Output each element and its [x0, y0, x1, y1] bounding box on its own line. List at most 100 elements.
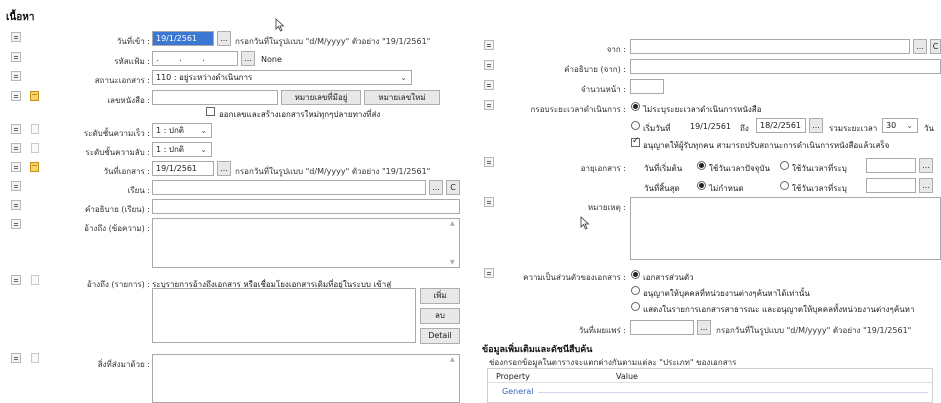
timeframe-allow-checkbox[interactable]	[631, 136, 640, 147]
retention-specify2-radio[interactable]	[780, 181, 789, 190]
publish-date-hint: กรอกวันที่ในรูปแบบ "d/M/yyyy" ตัวอย่าง "…	[716, 326, 912, 335]
scrollbar[interactable]: ▲	[449, 355, 459, 402]
file-code-input[interactable]: . . .	[152, 51, 238, 66]
to-clear-button[interactable]: C	[446, 180, 460, 195]
pages-input[interactable]	[630, 79, 664, 94]
create-per-destination-label: ออกเลขและสร้างเอกสารใหม่ทุกๆปลายทางที่ส่…	[219, 110, 381, 119]
timeframe-end-picker-button[interactable]: ...	[809, 118, 823, 133]
folder-icon[interactable]	[30, 162, 39, 172]
page-icon	[31, 353, 39, 363]
retention-current-label: ใช้วันเวลาปัจจุบัน	[709, 164, 770, 173]
property-grid[interactable]: Property Value General	[487, 368, 933, 403]
to-input[interactable]	[152, 180, 426, 195]
retention-start-label: วันที่เริ่มต้น	[644, 164, 683, 173]
timeframe-none-radio[interactable]	[631, 102, 640, 111]
timeframe-to-text: ถึง	[740, 124, 749, 133]
publish-date-picker-button[interactable]: ...	[697, 320, 711, 335]
menu-icon[interactable]	[484, 100, 494, 110]
menu-icon[interactable]	[11, 275, 21, 285]
to-desc-input[interactable]	[152, 199, 460, 214]
menu-icon[interactable]	[484, 80, 494, 90]
retention-start-input[interactable]	[866, 158, 916, 173]
mouse-cursor-icon	[275, 18, 285, 32]
timeframe-days-select[interactable]: 30 ⌄	[882, 118, 918, 133]
file-code-label: รหัสแฟ้ม :	[114, 57, 150, 66]
privacy-private-radio[interactable]	[631, 270, 640, 279]
to-picker-button[interactable]: ...	[429, 180, 443, 195]
ref-text-textarea[interactable]: ▲ ▼	[152, 218, 460, 268]
menu-icon[interactable]	[484, 197, 494, 207]
create-per-destination-checkbox[interactable]	[206, 107, 215, 116]
doc-date-input[interactable]: 19/1/2561	[152, 161, 214, 176]
ref-detail-button[interactable]: Detail	[420, 328, 460, 344]
file-code-none-text: None	[261, 55, 282, 64]
menu-icon[interactable]	[11, 124, 21, 134]
menu-icon[interactable]	[11, 181, 21, 191]
retention-unspecified-radio[interactable]	[697, 181, 706, 190]
property-column-header: Property	[496, 372, 530, 381]
doc-status-select[interactable]: 110 : อยู่ระหว่างดำเนินการ ⌄	[152, 70, 412, 85]
secrecy-select[interactable]: 1 : ปกติ ⌄	[152, 142, 212, 157]
folder-icon[interactable]	[30, 91, 39, 101]
remarks-label: หมายเหตุ :	[587, 203, 626, 212]
timeframe-label: กรอบระยะเวลาดำเนินการ :	[530, 105, 626, 114]
retention-end-picker-button[interactable]: ...	[919, 178, 933, 193]
retention-specify-label: ใช้วันเวลาที่ระบุ	[792, 164, 847, 173]
remarks-textarea[interactable]	[630, 197, 941, 260]
from-desc-input[interactable]	[630, 59, 941, 74]
chevron-down-icon: ⌄	[400, 73, 407, 82]
timeframe-start-label: เริ่มวันที่	[643, 124, 671, 133]
date-in-picker-button[interactable]: ...	[217, 31, 231, 46]
file-code-picker-button[interactable]: ...	[241, 51, 255, 66]
scrollbar[interactable]: ▲ ▼	[449, 219, 459, 267]
menu-icon[interactable]	[11, 143, 21, 153]
mouse-cursor-icon	[580, 216, 590, 230]
ref-delete-button[interactable]: ลบ	[420, 308, 460, 324]
privacy-public-radio[interactable]	[631, 302, 640, 311]
menu-icon[interactable]	[11, 91, 21, 101]
retention-current-radio[interactable]	[697, 161, 706, 170]
doc-number-input[interactable]	[152, 90, 278, 105]
menu-icon[interactable]	[11, 219, 21, 229]
menu-icon[interactable]	[484, 268, 494, 278]
timeframe-start-value: 19/1/2561	[690, 122, 732, 131]
existing-number-button[interactable]: หมายเลขที่มีอยู่	[281, 90, 361, 105]
retention-start-picker-button[interactable]: ...	[919, 158, 933, 173]
menu-icon[interactable]	[11, 162, 21, 172]
from-picker-button[interactable]: ...	[913, 39, 927, 54]
publish-date-input[interactable]	[630, 320, 694, 335]
to-desc-label: คำอธิบาย (เรียน) :	[85, 205, 150, 214]
general-group-label[interactable]: General	[502, 387, 534, 396]
retention-specify2-label: ใช้วันเวลาที่ระบุ	[792, 184, 847, 193]
urgency-select[interactable]: 1 : ปกติ ⌄	[152, 123, 212, 138]
menu-icon[interactable]	[11, 32, 21, 42]
privacy-internal-radio[interactable]	[631, 286, 640, 295]
retention-specify-radio[interactable]	[780, 161, 789, 170]
menu-icon[interactable]	[11, 52, 21, 62]
chevron-down-icon: ⌄	[200, 145, 207, 154]
secrecy-label: ระดับชั้นความลับ :	[85, 148, 150, 157]
privacy-label: ความเป็นส่วนตัวของเอกสาร :	[523, 273, 626, 282]
menu-icon[interactable]	[11, 353, 21, 363]
menu-icon[interactable]	[11, 200, 21, 210]
timeframe-start-radio[interactable]	[631, 121, 640, 130]
from-input[interactable]	[630, 39, 910, 54]
menu-icon[interactable]	[484, 60, 494, 70]
attachments-textarea[interactable]: ▲	[152, 354, 460, 403]
retention-end-input[interactable]	[866, 178, 916, 193]
doc-number-label: เลขหนังสือ :	[107, 96, 150, 105]
menu-icon[interactable]	[484, 157, 494, 167]
chevron-down-icon: ⌄	[200, 126, 207, 135]
menu-icon[interactable]	[484, 40, 494, 50]
doc-date-picker-button[interactable]: ...	[217, 161, 231, 176]
new-number-button[interactable]: หมายเลขใหม่	[364, 90, 440, 105]
to-label: เรียน :	[127, 186, 150, 195]
ref-list-box[interactable]	[152, 288, 416, 343]
from-clear-button[interactable]: C	[930, 39, 941, 54]
menu-icon[interactable]	[11, 71, 21, 81]
group-divider	[538, 392, 928, 393]
ref-add-button[interactable]: เพิ่ม	[420, 288, 460, 304]
pages-label: จำนวนหน้า :	[580, 85, 626, 94]
date-in-input[interactable]: 19/1/2561	[152, 31, 214, 46]
timeframe-end-input[interactable]: 18/2/2561	[756, 118, 806, 133]
